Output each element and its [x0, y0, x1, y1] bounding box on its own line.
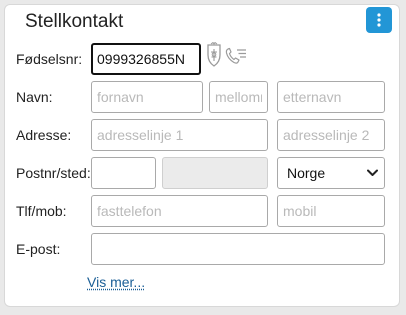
fasttelefon-input[interactable]: [91, 195, 268, 227]
postnr-input[interactable]: [91, 157, 156, 189]
kebab-vertical-icon: [377, 13, 381, 27]
land-select-value: Norge: [287, 165, 326, 181]
fornavn-input[interactable]: [91, 81, 203, 113]
coat-of-arms-icon[interactable]: [205, 42, 223, 68]
mobil-input[interactable]: [277, 195, 385, 227]
card-menu-button[interactable]: [366, 7, 392, 33]
epost-label: E-post:: [16, 241, 61, 257]
land-select[interactable]: Norge: [277, 157, 385, 189]
vis-mer-link[interactable]: Vis mer...: [87, 274, 145, 290]
fodselsnr-label: Fødselsnr:: [16, 51, 83, 67]
mellomnavn-input[interactable]: [209, 81, 268, 113]
navn-label: Navn:: [16, 89, 53, 105]
fodselsnr-input[interactable]: [91, 43, 201, 75]
adresselinje1-input[interactable]: [91, 119, 268, 151]
poststed-input: [162, 157, 268, 189]
adresse-label: Adresse:: [16, 127, 72, 143]
etternavn-input[interactable]: [277, 81, 385, 113]
phone-list-icon[interactable]: [225, 47, 247, 65]
chevron-down-icon: [367, 169, 378, 176]
tlf-mob-label: Tlf/mob:: [16, 203, 67, 219]
adresselinje2-input[interactable]: [277, 119, 385, 151]
epost-input[interactable]: [91, 233, 385, 265]
postnr-sted-label: Postnr/sted:: [16, 165, 91, 181]
card-title: Stellkontakt: [25, 11, 124, 32]
